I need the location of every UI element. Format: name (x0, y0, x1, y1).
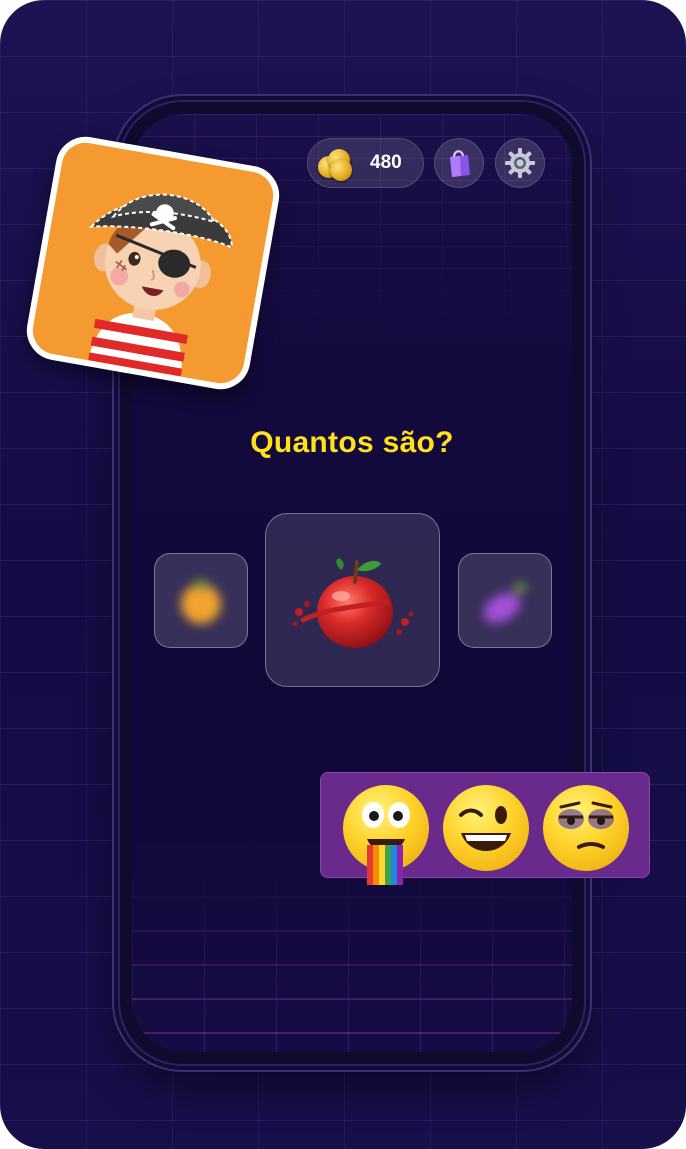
coin-counter[interactable]: 480 (307, 138, 424, 188)
option-tile-orange[interactable] (154, 553, 248, 648)
coin-count: 480 (370, 152, 402, 173)
phone-side-button (585, 345, 590, 465)
option-tile-apple[interactable] (265, 513, 440, 687)
shop-button[interactable] (434, 138, 484, 188)
eggplant-icon (483, 582, 527, 623)
app-showcase-card: 480 Quantos são? (0, 0, 686, 1149)
pirate-boy-icon (88, 193, 233, 377)
phone-side-button (114, 420, 119, 490)
option-tile-eggplant[interactable] (458, 553, 552, 648)
settings-button[interactable] (495, 138, 545, 188)
rainbow-tongue-emoji-icon (343, 785, 429, 885)
pirate-avatar (22, 132, 284, 394)
tired-unamused-emoji-icon (543, 785, 629, 871)
shopping-bag-icon (450, 150, 470, 177)
winking-emoji-icon (443, 785, 529, 871)
orange-icon (181, 578, 221, 624)
gear-icon (505, 148, 535, 178)
apple-icon (292, 558, 413, 648)
coin-stack-icon (316, 146, 356, 181)
emoji-strip (320, 772, 650, 885)
question-title: Quantos são? (250, 426, 454, 459)
